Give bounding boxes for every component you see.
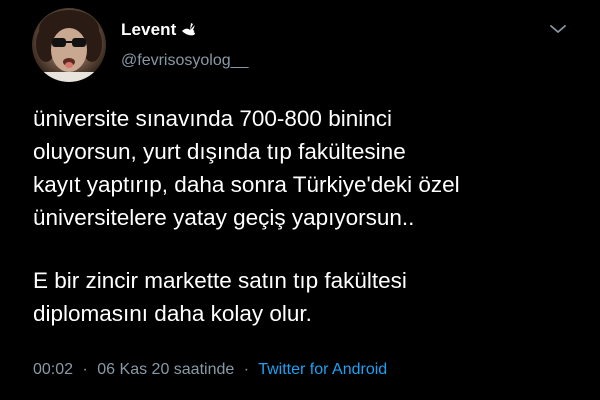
dove-icon bbox=[180, 22, 198, 38]
avatar-image bbox=[36, 10, 102, 82]
display-name[interactable]: Levent bbox=[121, 20, 176, 40]
avatar[interactable] bbox=[32, 8, 106, 82]
meta-separator: · bbox=[82, 361, 88, 378]
tweet-line: E bir zincir markette satın tıp fakültes… bbox=[33, 268, 407, 293]
tweet-line: üniversite sınavında 700-800 bininci bbox=[33, 106, 392, 131]
tweet-meta: 00:02 · 06 Kas 20 saatinde · Twitter for… bbox=[33, 361, 387, 379]
tweet-line: kayıt yaptırıp, daha sonra Türkiye'deki … bbox=[33, 172, 460, 197]
tweet-card: Levent @fevrisosyolog__ üniversite sınav… bbox=[0, 0, 600, 400]
tweet-body: üniversite sınavında 700-800 bininci olu… bbox=[33, 102, 583, 330]
chevron-down-icon[interactable] bbox=[548, 22, 568, 36]
tweet-time[interactable]: 00:02 bbox=[33, 361, 73, 378]
tweet-date[interactable]: 06 Kas 20 saatinde bbox=[97, 361, 234, 378]
meta-separator: · bbox=[243, 361, 250, 378]
tweet-line: oluyorsun, yurt dışında tıp fakültesine bbox=[33, 139, 406, 164]
tweet-source-link[interactable]: Twitter for Android bbox=[258, 361, 387, 378]
tweet-line: diplomasını daha kolay olur. bbox=[33, 301, 312, 326]
author-name-row[interactable]: Levent bbox=[121, 19, 198, 41]
author-handle[interactable]: @fevrisosyolog__ bbox=[121, 52, 248, 70]
tweet-line: üniversitelere yatay geçiş yapıyorsun.. bbox=[33, 205, 415, 230]
